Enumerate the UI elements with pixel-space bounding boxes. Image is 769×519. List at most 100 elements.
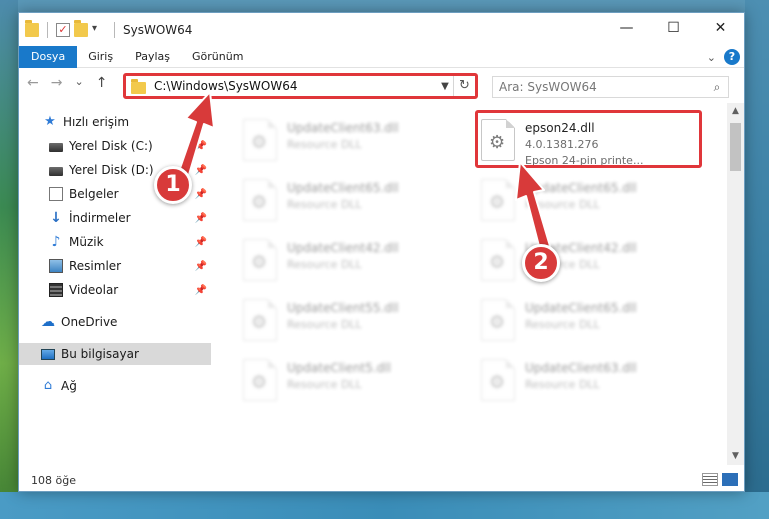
cloud-icon: ☁ bbox=[41, 314, 55, 330]
download-icon: ↓ bbox=[50, 210, 62, 226]
file-name: UpdateClient65.dll bbox=[287, 181, 399, 195]
up-button[interactable]: ↑ bbox=[96, 75, 108, 91]
status-bar: 108 öğe bbox=[19, 469, 744, 491]
ribbon-tabs: Dosya Giriş Paylaş Görünüm ⌄ ? bbox=[19, 45, 744, 68]
sidebar-item-music[interactable]: ♪ Müzik 📌 bbox=[49, 231, 211, 253]
tab-share[interactable]: Paylaş bbox=[124, 46, 181, 68]
pin-icon[interactable]: 📌 bbox=[195, 213, 207, 224]
properties-icon[interactable]: ✓ bbox=[56, 22, 70, 37]
navigation-bar: ← → ⌄ ↑ C:\Windows\SysWOW64 ▼ ↻ Ara: Sys… bbox=[19, 71, 744, 101]
step-badge-2: 2 bbox=[522, 244, 560, 282]
tab-home[interactable]: Giriş bbox=[77, 46, 124, 68]
sidebar-item-downloads[interactable]: ↓ İndirmeler 📌 bbox=[49, 207, 211, 229]
documents-icon bbox=[49, 187, 63, 201]
desktop-background-bottom bbox=[0, 492, 769, 519]
file-item[interactable]: ⚙ UpdateClient65.dll Resource DLL bbox=[477, 173, 707, 233]
scroll-up-icon[interactable]: ▲ bbox=[727, 103, 744, 120]
file-description: Resource DLL bbox=[287, 318, 362, 331]
sidebar-item-label: Müzik bbox=[69, 235, 104, 249]
file-item[interactable]: ⚙ UpdateClient65.dll Resource DLL bbox=[477, 293, 707, 353]
scroll-thumb[interactable] bbox=[730, 123, 741, 171]
file-item[interactable]: ⚙ UpdateClient63.dll Resource DLL bbox=[239, 113, 469, 173]
refresh-button[interactable]: ↻ bbox=[453, 76, 475, 96]
folder-icon bbox=[131, 78, 146, 94]
address-bar[interactable]: C:\Windows\SysWOW64 ▼ ↻ bbox=[123, 73, 478, 99]
file-description: Resource DLL bbox=[525, 198, 600, 211]
sidebar-item-this-pc[interactable]: Bu bilgisayar bbox=[19, 343, 211, 365]
file-description: Resource DLL bbox=[287, 378, 362, 391]
forward-button[interactable]: → bbox=[51, 75, 63, 91]
tab-file[interactable]: Dosya bbox=[19, 45, 78, 68]
new-folder-icon[interactable] bbox=[74, 19, 88, 37]
videos-icon bbox=[49, 283, 63, 297]
pin-icon[interactable]: 📌 bbox=[195, 189, 207, 200]
maximize-button[interactable]: ☐ bbox=[650, 13, 697, 43]
file-name: UpdateClient5.dll bbox=[287, 361, 391, 375]
search-placeholder: Ara: SysWOW64 bbox=[499, 80, 597, 94]
pin-icon[interactable]: 📌 bbox=[195, 165, 207, 176]
search-icon[interactable]: ⌕ bbox=[706, 80, 728, 95]
step-badge-1: 1 bbox=[154, 166, 192, 204]
pin-icon[interactable]: 📌 bbox=[195, 261, 207, 272]
file-description: Resource DLL bbox=[287, 258, 362, 271]
chevron-down-icon[interactable]: ⌄ bbox=[707, 51, 716, 64]
pin-icon[interactable]: 📌 bbox=[195, 285, 207, 296]
help-icon[interactable]: ? bbox=[724, 49, 740, 65]
sidebar-item-label: İndirmeler bbox=[69, 211, 131, 225]
file-description: Resource DLL bbox=[287, 138, 362, 151]
file-description: Resource DLL bbox=[525, 378, 600, 391]
sidebar-item-label: OneDrive bbox=[61, 315, 118, 329]
scroll-down-icon[interactable]: ▼ bbox=[727, 448, 744, 465]
recent-locations-button[interactable]: ⌄ bbox=[74, 75, 83, 91]
file-item[interactable]: ⚙ UpdateClient42.dll Resource DLL bbox=[477, 233, 707, 293]
network-icon: ⌂ bbox=[43, 378, 53, 393]
item-count: 108 öğe bbox=[31, 473, 76, 487]
file-name: UpdateClient63.dll bbox=[287, 121, 399, 135]
customize-toolbar-icon[interactable]: ▾ bbox=[92, 23, 106, 37]
close-button[interactable]: ✕ bbox=[697, 13, 744, 43]
file-item[interactable]: ⚙ UpdateClient65.dll Resource DLL bbox=[239, 173, 469, 233]
dll-file-icon: ⚙ bbox=[243, 179, 277, 221]
dll-file-icon: ⚙ bbox=[481, 359, 515, 401]
file-name: UpdateClient55.dll bbox=[287, 301, 399, 315]
back-button[interactable]: ← bbox=[27, 75, 39, 91]
file-description: Resource DLL bbox=[287, 198, 362, 211]
file-item[interactable]: ⚙ UpdateClient63.dll Resource DLL bbox=[477, 353, 707, 413]
file-description: Resource DLL bbox=[525, 318, 600, 331]
large-icons-view-icon[interactable] bbox=[722, 473, 738, 486]
sidebar-item-label: Videolar bbox=[69, 283, 119, 297]
address-dropdown-icon[interactable]: ▼ bbox=[437, 81, 453, 92]
sidebar-item-videos[interactable]: Videolar 📌 bbox=[49, 279, 211, 301]
desktop-background-right bbox=[745, 0, 769, 519]
minimize-button[interactable]: — bbox=[603, 13, 650, 43]
window-title: SysWOW64 bbox=[123, 22, 193, 37]
desktop-background-left bbox=[0, 0, 18, 519]
pin-icon[interactable]: 📌 bbox=[195, 237, 207, 248]
dll-file-icon: ⚙ bbox=[481, 239, 515, 281]
sidebar-item-label: Yerel Disk (C:) bbox=[69, 139, 153, 153]
file-name: UpdateClient65.dll bbox=[525, 181, 637, 195]
tab-view[interactable]: Görünüm bbox=[181, 46, 254, 68]
dll-file-icon: ⚙ bbox=[243, 299, 277, 341]
sidebar-item-network[interactable]: ⌂ Ağ bbox=[41, 375, 211, 397]
dll-file-icon: ⚙ bbox=[481, 299, 515, 341]
file-name: UpdateClient42.dll bbox=[287, 241, 399, 255]
pin-icon[interactable]: 📌 bbox=[195, 141, 207, 152]
music-icon: ♪ bbox=[51, 234, 61, 250]
quick-access-toolbar: ✓ ▾ bbox=[25, 19, 119, 38]
file-item[interactable]: ⚙ UpdateClient42.dll Resource DLL bbox=[239, 233, 469, 293]
file-highlight-box bbox=[475, 110, 702, 168]
sidebar-item-onedrive[interactable]: ☁ OneDrive bbox=[41, 311, 211, 333]
vertical-scrollbar[interactable]: ▲ ▼ bbox=[727, 103, 744, 465]
sidebar-item-pictures[interactable]: Resimler 📌 bbox=[49, 255, 211, 277]
computer-icon bbox=[41, 348, 55, 360]
sidebar-item-quick-access[interactable]: ★ Hızlı erişim bbox=[43, 111, 211, 133]
sidebar-item-label: Hızlı erişim bbox=[63, 115, 130, 129]
search-input[interactable]: Ara: SysWOW64 ⌕ bbox=[492, 76, 729, 98]
file-item[interactable]: ⚙ UpdateClient5.dll Resource DLL bbox=[239, 353, 469, 413]
details-view-icon[interactable] bbox=[702, 473, 718, 486]
sidebar-item-drive-c[interactable]: Yerel Disk (C:) 📌 bbox=[49, 135, 211, 157]
address-path[interactable]: C:\Windows\SysWOW64 bbox=[154, 79, 437, 93]
file-item[interactable]: ⚙ UpdateClient55.dll Resource DLL bbox=[239, 293, 469, 353]
folder-icon bbox=[25, 19, 39, 37]
